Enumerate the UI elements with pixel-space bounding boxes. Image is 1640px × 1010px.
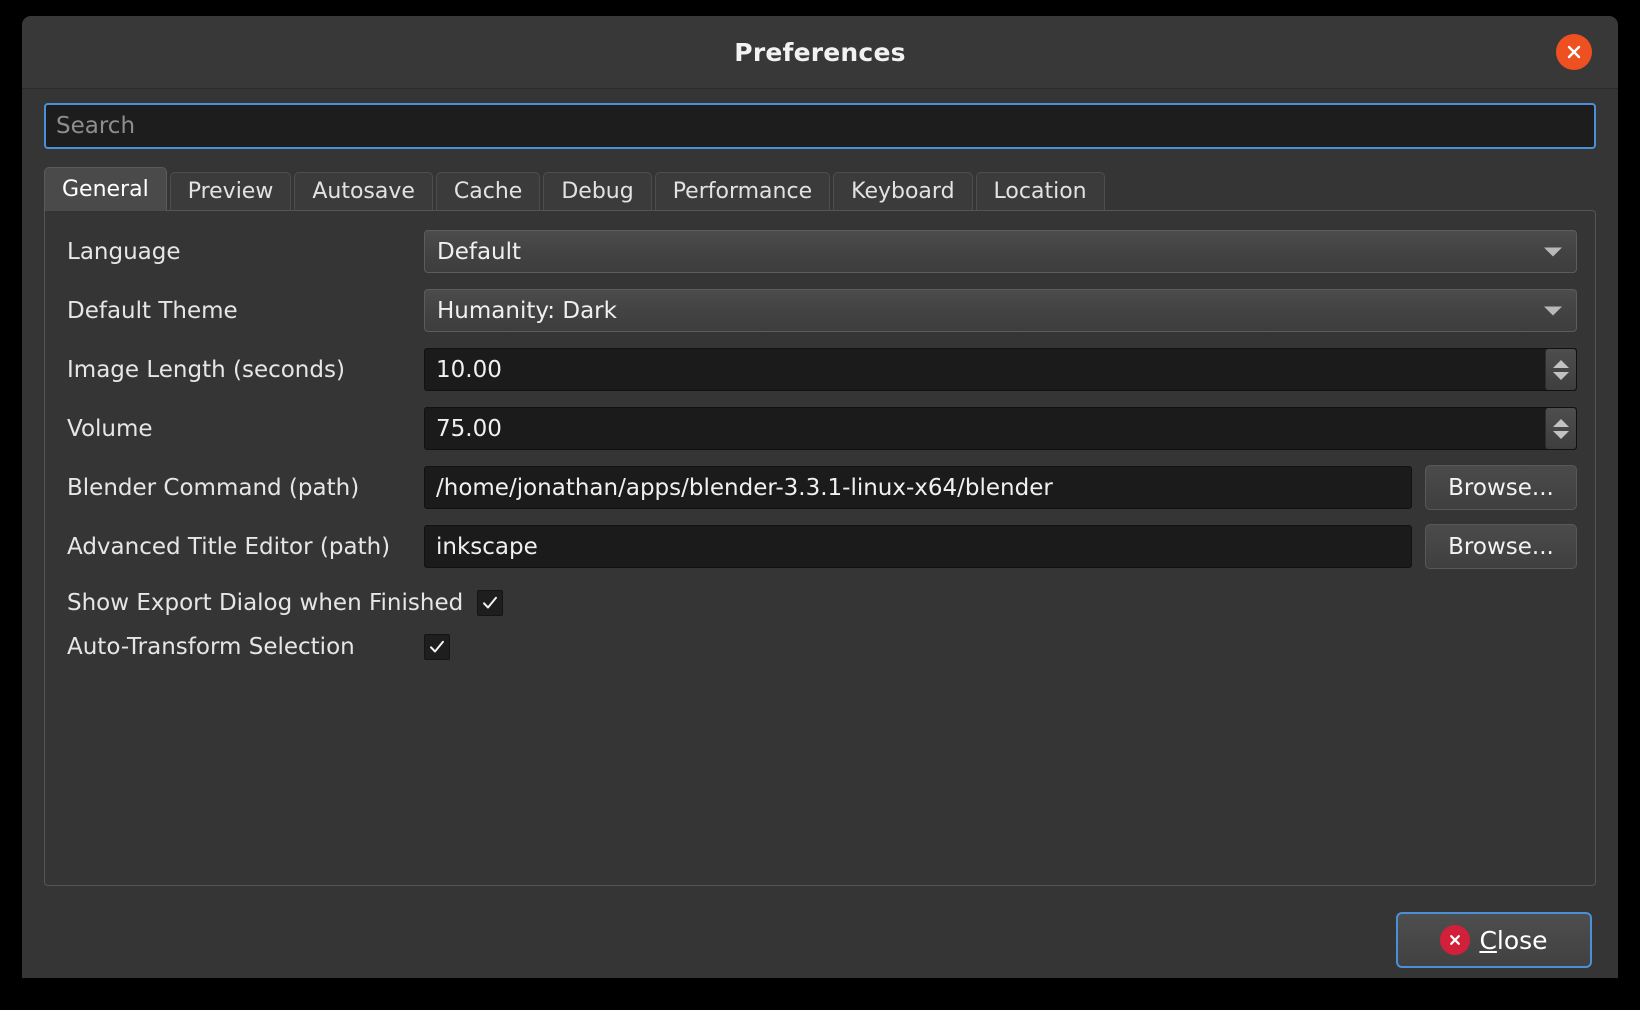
show-export-dialog-checkbox[interactable] (477, 590, 503, 616)
window-title: Preferences (734, 38, 905, 67)
row-show-export-dialog: Show Export Dialog when Finished (49, 583, 1591, 623)
tab-label: Autosave (312, 181, 415, 203)
checkmark-icon (428, 638, 446, 656)
close-mnemonic: C (1479, 926, 1496, 955)
language-select[interactable]: Default (424, 230, 1577, 273)
search-row (44, 103, 1596, 149)
window-close-icon[interactable] (1556, 34, 1592, 70)
blender-command-browse-button[interactable]: Browse... (1425, 465, 1577, 510)
tab-autosave[interactable]: Autosave (294, 172, 433, 210)
volume-label: Volume (67, 416, 424, 442)
image-length-spin-buttons[interactable] (1545, 349, 1576, 390)
title-editor-browse-button[interactable]: Browse... (1425, 524, 1577, 569)
row-language: Language Default (49, 229, 1591, 274)
title-editor-input[interactable] (424, 525, 1412, 568)
screen-root: Preferences General Preview Autosave Cac… (0, 0, 1640, 1010)
spin-down-icon[interactable] (1553, 431, 1569, 439)
auto-transform-checkbox[interactable] (424, 634, 450, 660)
spin-up-icon[interactable] (1553, 419, 1569, 427)
tab-keyboard[interactable]: Keyboard (833, 172, 972, 210)
spin-down-icon[interactable] (1553, 372, 1569, 380)
search-input[interactable] (44, 103, 1596, 149)
close-circle-icon (1440, 925, 1470, 955)
window-body: General Preview Autosave Cache Debug Per… (22, 89, 1618, 978)
language-value: Default (425, 239, 521, 265)
general-settings-panel: Language Default Default Theme Humanity:… (44, 210, 1596, 886)
tab-label: Performance (673, 181, 812, 203)
tab-general[interactable]: General (44, 167, 167, 211)
blender-command-label: Blender Command (path) (67, 475, 424, 501)
row-volume: Volume 75.00 (49, 406, 1591, 451)
tab-label: Preview (188, 181, 274, 203)
tab-label: Cache (454, 181, 522, 203)
image-length-label: Image Length (seconds) (67, 357, 424, 383)
blender-command-input[interactable] (424, 466, 1412, 509)
tab-preview[interactable]: Preview (170, 172, 292, 210)
browse-label: Browse... (1448, 475, 1554, 501)
dialog-footer: Close (44, 902, 1596, 978)
row-image-length: Image Length (seconds) 10.00 (49, 347, 1591, 392)
image-length-stepper[interactable]: 10.00 (424, 348, 1577, 391)
tab-location[interactable]: Location (976, 172, 1105, 210)
default-theme-select[interactable]: Humanity: Dark (424, 289, 1577, 332)
tab-label: Keyboard (851, 181, 954, 203)
row-auto-transform: Auto-Transform Selection (49, 627, 1591, 667)
row-blender-command: Blender Command (path) Browse... (49, 465, 1591, 510)
title-editor-label: Advanced Title Editor (path) (67, 534, 424, 560)
close-button[interactable]: Close (1396, 912, 1592, 968)
preferences-window: Preferences General Preview Autosave Cac… (22, 16, 1618, 978)
row-title-editor: Advanced Title Editor (path) Browse... (49, 524, 1591, 569)
close-button-label: Close (1479, 926, 1547, 955)
image-length-value[interactable]: 10.00 (425, 349, 1545, 390)
show-export-dialog-label: Show Export Dialog when Finished (67, 590, 463, 616)
tab-label: Location (994, 181, 1087, 203)
language-label: Language (67, 239, 424, 265)
default-theme-value: Humanity: Dark (425, 298, 617, 324)
tab-cache[interactable]: Cache (436, 172, 540, 210)
volume-stepper[interactable]: 75.00 (424, 407, 1577, 450)
volume-value[interactable]: 75.00 (425, 408, 1545, 449)
volume-spin-buttons[interactable] (1545, 408, 1576, 449)
tab-label: General (62, 179, 149, 201)
browse-label: Browse... (1448, 534, 1554, 560)
tab-label: Debug (561, 181, 633, 203)
spin-up-icon[interactable] (1553, 360, 1569, 368)
tab-bar: General Preview Autosave Cache Debug Per… (44, 166, 1596, 210)
chevron-down-icon (1544, 247, 1562, 256)
chevron-down-icon (1544, 306, 1562, 315)
auto-transform-label: Auto-Transform Selection (67, 634, 424, 660)
checkmark-icon (481, 594, 499, 612)
close-rest: lose (1497, 926, 1548, 955)
default-theme-label: Default Theme (67, 298, 424, 324)
tab-performance[interactable]: Performance (655, 172, 830, 210)
window-titlebar: Preferences (22, 16, 1618, 89)
tab-debug[interactable]: Debug (543, 172, 651, 210)
row-default-theme: Default Theme Humanity: Dark (49, 288, 1591, 333)
